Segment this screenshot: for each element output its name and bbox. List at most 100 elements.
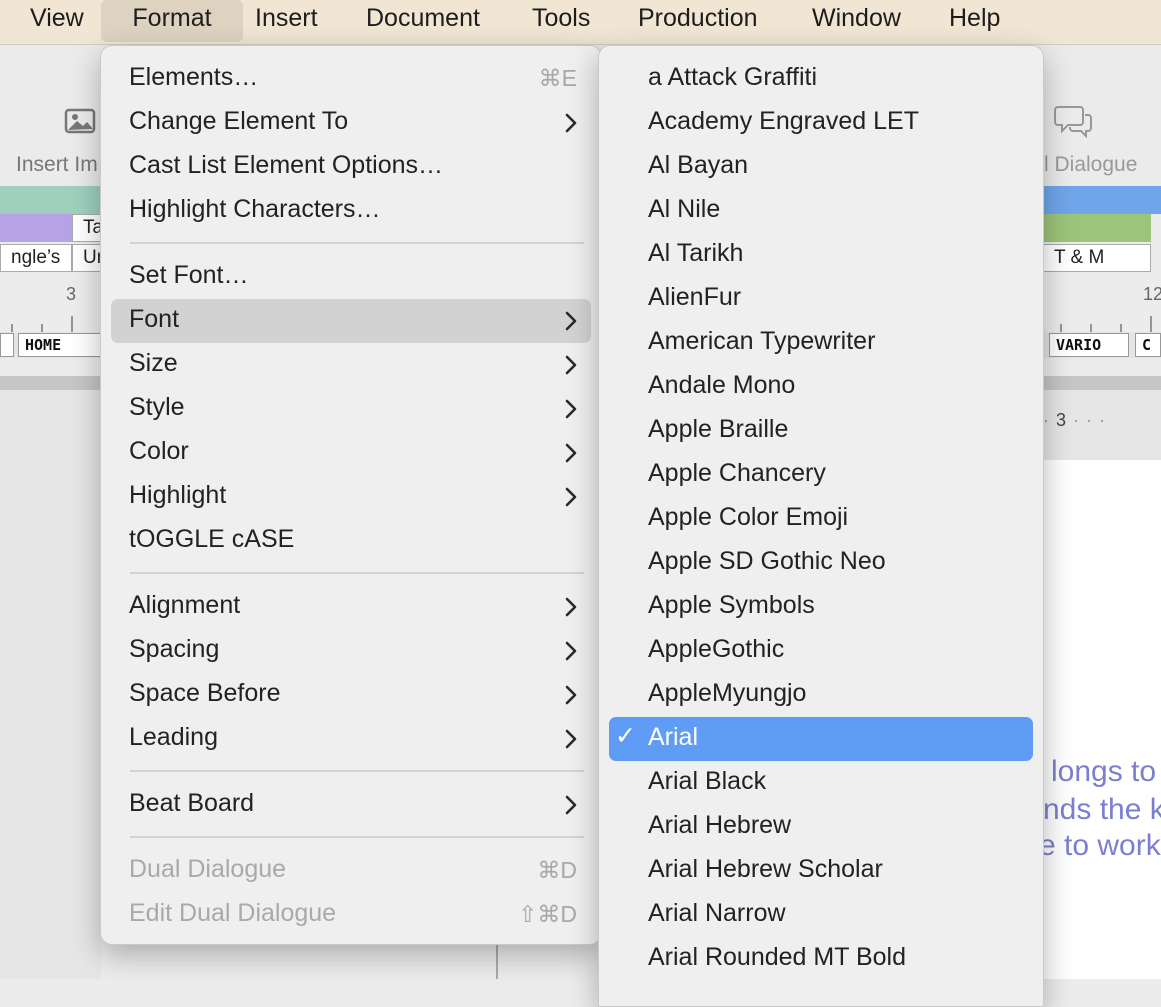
- menu-item-label: Highlight: [129, 481, 227, 509]
- menu-production[interactable]: Production: [624, 0, 772, 42]
- font-item-label: Apple Symbols: [648, 591, 815, 619]
- chevron-right-icon: [565, 443, 577, 463]
- chevron-right-icon: [565, 399, 577, 419]
- scene-strip: HOME: [0, 332, 101, 358]
- font-item-arial[interactable]: ✓ Arial: [609, 717, 1033, 761]
- scene-chip[interactable]: [0, 333, 14, 357]
- menu-view[interactable]: View: [16, 0, 98, 42]
- dual-dialogue-icon[interactable]: [1054, 103, 1094, 144]
- font-item-andale-mono[interactable]: Andale Mono: [609, 365, 1033, 409]
- menu-separator: [130, 572, 584, 574]
- menu-item-label: Set Font…: [129, 261, 249, 289]
- menu-tools[interactable]: Tools: [518, 0, 604, 42]
- card-purple[interactable]: [0, 214, 72, 242]
- font-item-apple-chancery[interactable]: Apple Chancery: [609, 453, 1033, 497]
- format-menu: Elements… ⌘E Change Element To Cast List El…: [100, 45, 602, 945]
- menu-help[interactable]: Help: [935, 0, 1014, 42]
- card-green[interactable]: [1043, 214, 1151, 242]
- menu-item-font[interactable]: Font: [111, 299, 591, 343]
- font-item-label: Arial Black: [648, 767, 767, 795]
- menu-item-label: Color: [129, 437, 189, 465]
- menu-item-label: Size: [129, 349, 178, 377]
- menu-item-highlight[interactable]: Highlight: [111, 475, 591, 519]
- menu-item-label: Style: [129, 393, 185, 421]
- menu-item-label: Leading: [129, 723, 218, 751]
- font-item-alienfur[interactable]: AlienFur: [609, 277, 1033, 321]
- font-item-al-tarikh[interactable]: Al Tarikh: [609, 233, 1033, 277]
- menu-item-space-before[interactable]: Space Before: [111, 673, 591, 717]
- menu-format[interactable]: Format: [101, 0, 243, 42]
- menu-insert[interactable]: Insert: [241, 0, 332, 42]
- scene-chip-home[interactable]: HOME: [18, 333, 101, 357]
- image-icon[interactable]: [64, 107, 98, 140]
- menu-item-beat-board[interactable]: Beat Board: [111, 783, 591, 827]
- script-text-line: nds the k: [1043, 793, 1161, 826]
- font-item-apple-color-emoji[interactable]: Apple Color Emoji: [609, 497, 1033, 541]
- checkmark-icon: ✓: [615, 722, 636, 750]
- menu-separator: [130, 770, 584, 772]
- chevron-right-icon: [565, 355, 577, 375]
- menu-item-size[interactable]: Size: [111, 343, 591, 387]
- menu-document[interactable]: Document: [352, 0, 494, 42]
- font-item-apple-sd-gothic-neo[interactable]: Apple SD Gothic Neo: [609, 541, 1033, 585]
- color-stripe: [1043, 186, 1161, 214]
- font-item-al-bayan[interactable]: Al Bayan: [609, 145, 1033, 189]
- font-item-apple-braille[interactable]: Apple Braille: [609, 409, 1033, 453]
- font-item-arial-narrow[interactable]: Arial Narrow: [609, 893, 1033, 937]
- menu-item-alignment[interactable]: Alignment: [111, 585, 591, 629]
- menu-separator: [130, 836, 584, 838]
- menu-item-label: Font: [129, 305, 180, 333]
- font-item-label: Arial: [648, 723, 699, 751]
- menu-item-set-font[interactable]: Set Font…: [111, 255, 591, 299]
- shortcut-label: ⌘D: [537, 857, 577, 883]
- chevron-right-icon: [565, 685, 577, 705]
- font-item-arial-hebrew[interactable]: Arial Hebrew: [609, 805, 1033, 849]
- chevron-right-icon: [565, 487, 577, 507]
- card-row[interactable]: T & M: [1043, 244, 1151, 272]
- font-item-al-nile[interactable]: Al Nile: [609, 189, 1033, 233]
- doc-ruler: · 3 · · ·: [1043, 410, 1107, 430]
- menu-item-style[interactable]: Style: [111, 387, 591, 431]
- scene-chip-c[interactable]: C: [1135, 333, 1161, 357]
- font-item-apple-symbols[interactable]: Apple Symbols: [609, 585, 1033, 629]
- menu-item-change-element-to[interactable]: Change Element To: [111, 101, 591, 145]
- menu-item-color[interactable]: Color: [111, 431, 591, 475]
- menu-item-toggle-case[interactable]: tOGGLE cASE: [111, 519, 591, 563]
- font-item-arial-rounded-mt-bold[interactable]: Arial Rounded MT Bold: [609, 937, 1033, 981]
- insert-image-label: Insert Im: [16, 153, 98, 176]
- color-stripe: [0, 186, 101, 214]
- font-item-label: AppleMyungjo: [648, 679, 807, 707]
- script-page[interactable]: longs to nds the k e to work: [1039, 460, 1161, 979]
- shortcut-label: ⇧⌘D: [518, 901, 577, 927]
- font-item-label: Academy Engraved LET: [648, 107, 919, 135]
- font-item-label: AppleGothic: [648, 635, 785, 663]
- menu-item-elements[interactable]: Elements… ⌘E: [111, 57, 591, 101]
- font-submenu: a Attack Graffiti Academy Engraved LET Al …: [598, 45, 1044, 1007]
- menu-item-cast-list-element-options[interactable]: Cast List Element Options…: [111, 145, 591, 189]
- font-item-label: Al Tarikh: [648, 239, 744, 267]
- font-item-arial-hebrew-scholar[interactable]: Arial Hebrew Scholar: [609, 849, 1033, 893]
- font-item-applemyungjo[interactable]: AppleMyungjo: [609, 673, 1033, 717]
- chevron-right-icon: [565, 113, 577, 133]
- font-item-label: Arial Hebrew Scholar: [648, 855, 883, 883]
- font-item-label: a Attack Graffiti: [648, 63, 818, 91]
- font-item-arial-black[interactable]: Arial Black: [609, 761, 1033, 805]
- menu-item-label: Alignment: [129, 591, 241, 619]
- menu-window[interactable]: Window: [798, 0, 915, 42]
- scene-chip-vario[interactable]: VARIO: [1049, 333, 1129, 357]
- menu-item-highlight-characters[interactable]: Highlight Characters…: [111, 189, 591, 233]
- ruler-number: 12: [1143, 284, 1161, 304]
- font-item-academy-engraved-let[interactable]: Academy Engraved LET: [609, 101, 1033, 145]
- menu-item-leading[interactable]: Leading: [111, 717, 591, 761]
- font-item-american-typewriter[interactable]: American Typewriter: [609, 321, 1033, 365]
- script-text-line: longs to: [1051, 755, 1157, 788]
- card-row[interactable]: ngle’s: [0, 244, 72, 272]
- divider: [1043, 376, 1161, 390]
- font-item-a-attack-graffiti[interactable]: a Attack Graffiti: [609, 57, 1033, 101]
- menu-bar: View Format Insert Document Tools Produc…: [0, 0, 1161, 45]
- font-item-label: Apple Color Emoji: [648, 503, 849, 531]
- font-item-applegothic[interactable]: AppleGothic: [609, 629, 1033, 673]
- menu-item-spacing[interactable]: Spacing: [111, 629, 591, 673]
- dual-dialogue-label: l Dialogue: [1044, 153, 1138, 176]
- menu-item-label: Spacing: [129, 635, 220, 663]
